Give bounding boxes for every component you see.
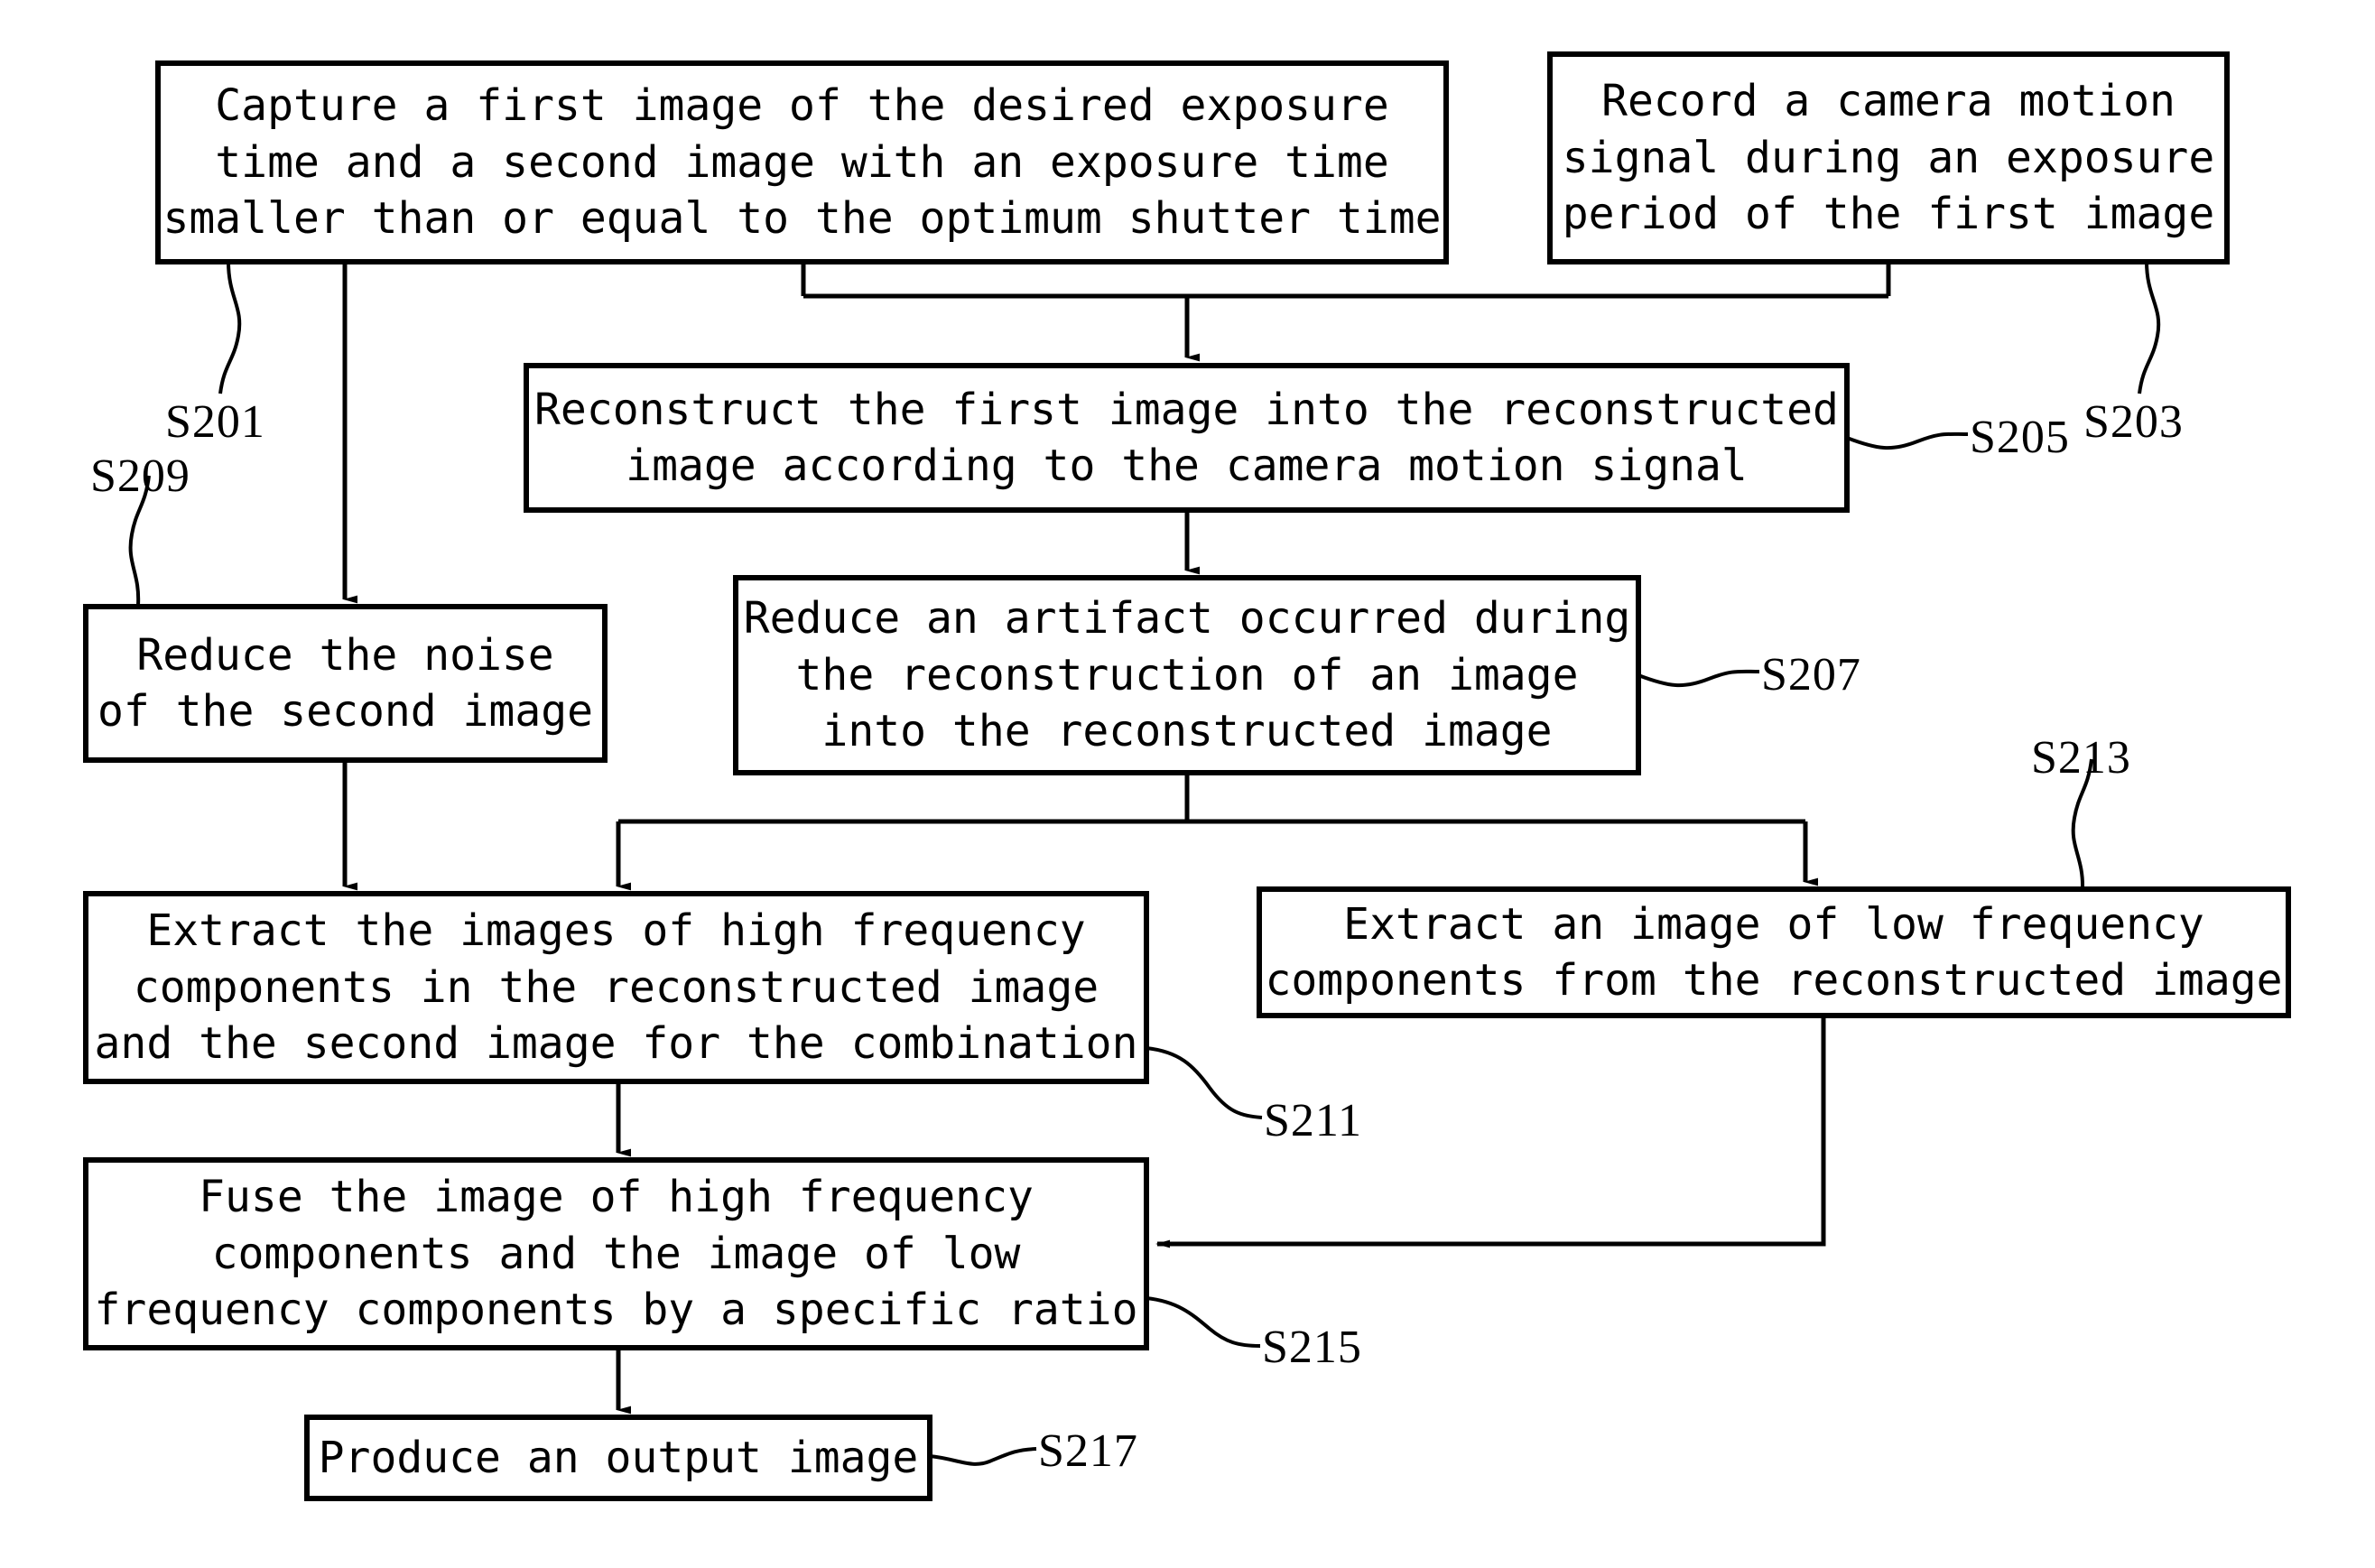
leader-s215 xyxy=(1146,1296,1261,1348)
box-label-s203: Record a camera motion signal during an … xyxy=(1550,54,2227,262)
box-label-s215: Fuse the image of high frequency compone… xyxy=(86,1160,1146,1348)
leader-s211 xyxy=(1146,1046,1263,1119)
box-line: time and a second image with an exposure… xyxy=(215,136,1389,188)
box-line: Reduce the noise xyxy=(136,629,554,681)
box-label-s213: Extract an image of low frequency compon… xyxy=(1259,889,2288,1016)
box-label-s205: Reconstruct the first image into the rec… xyxy=(526,366,1847,510)
connector-s213-to-s215 xyxy=(1155,1016,1826,1248)
box-line: Extract the images of high frequency xyxy=(146,905,1086,957)
step-label-s207: S207 xyxy=(1761,649,1861,700)
box-label-s201: Capture a first image of the desired exp… xyxy=(158,63,1446,262)
step-label-s215: S215 xyxy=(1262,1322,1362,1373)
step-label-s201: S201 xyxy=(165,396,265,448)
box-line: and the second image for the combination xyxy=(94,1018,1138,1070)
box-label-s217: Produce an output image xyxy=(307,1417,930,1498)
box-line: of the second image xyxy=(97,686,594,737)
box-line: Capture a first image of the desired exp… xyxy=(215,80,1389,132)
leader-s207 xyxy=(1637,669,1760,688)
box-line: components in the reconstructed image xyxy=(133,961,1099,1013)
box-line: Reconstruct the first image into the rec… xyxy=(534,384,1839,435)
leader-s203 xyxy=(2138,261,2161,394)
box-line: frequency components by a specific ratio xyxy=(94,1285,1138,1336)
leader-s201 xyxy=(218,261,242,394)
flowchart-diagram: Capture a first image of the desired exp… xyxy=(0,0,2375,1568)
box-line: components from the reconstructed image xyxy=(1265,955,2283,1006)
box-line: components and the image of low xyxy=(211,1228,1021,1279)
step-label-s211: S211 xyxy=(1264,1095,1362,1146)
box-line: Produce an output image xyxy=(318,1432,919,1483)
box-line: the reconstruction of an image xyxy=(795,649,1579,700)
leader-s205 xyxy=(1846,431,1969,450)
step-label-s209: S209 xyxy=(90,450,190,502)
box-line: period of the first image xyxy=(1562,189,2215,240)
box-line: Reduce an artifact occurred during xyxy=(743,593,1631,645)
box-line: smaller than or equal to the optimum shu… xyxy=(162,193,1442,245)
box-line: into the reconstructed image xyxy=(821,706,1553,757)
box-line: signal during an exposure xyxy=(1562,132,2215,183)
box-line: Extract an image of low frequency xyxy=(1343,898,2204,950)
box-line: Record a camera motion xyxy=(1601,76,2176,127)
box-line: Fuse the image of high frequency xyxy=(199,1172,1034,1223)
step-label-s205: S205 xyxy=(1970,412,2070,463)
leader-s217 xyxy=(929,1447,1037,1466)
box-label-s211: Extract the images of high frequency com… xyxy=(86,894,1146,1081)
step-label-s203: S203 xyxy=(2083,396,2184,448)
box-line: image according to the camera motion sig… xyxy=(626,441,1748,491)
box-label-s209: Reduce the noise of the second image xyxy=(86,607,605,760)
box-label-s207: Reduce an artifact occurred during the r… xyxy=(736,578,1638,773)
step-label-s217: S217 xyxy=(1038,1425,1138,1477)
step-label-s213: S213 xyxy=(2031,732,2131,784)
